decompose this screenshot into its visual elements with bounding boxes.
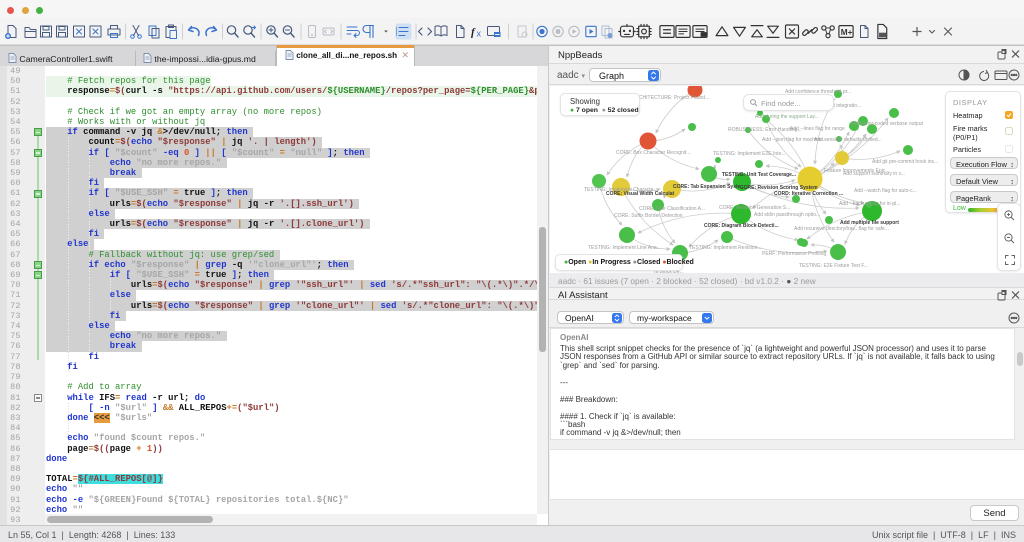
svg-text:Add support summary in v...: Add support summary in v... xyxy=(843,171,905,177)
svg-text:TESTING: Implement E2E Inte...: TESTING: Implement E2E Inte... xyxy=(713,151,786,157)
svg-text:ARCHITECTURE: Project Found...: ARCHITECTURE: Project Found... xyxy=(632,95,709,101)
svg-text:Add git pre-commit hook ins...: Add git pre-commit hook ins... xyxy=(872,159,938,165)
svg-text:Add sensible defaults unified.: Add sensible defaults unified... xyxy=(814,137,882,143)
svg-text:CORE: Suffix Border Detection: CORE: Suffix Border Detection xyxy=(614,213,683,219)
svg-text:TESTING: Unit Test Coverage...: TESTING: Unit Test Coverage... xyxy=(722,172,797,178)
svg-text:f: f xyxy=(471,27,476,39)
svg-text:TESTING: Implement Line Ana...: TESTING: Implement Line Ana... xyxy=(588,245,661,251)
svg-text:CORE: Visual Width Calculat: CORE: Visual Width Calculat xyxy=(606,191,675,197)
svg-text:CORE: Box Character Recognit..: CORE: Box Character Recognit... xyxy=(616,150,690,156)
svg-text:x: x xyxy=(477,29,482,39)
svg-text:Add color-coded verbose output: Add color-coded verbose output xyxy=(852,121,923,127)
svg-text:TESTING: E2E Fixture Test F...: TESTING: E2E Fixture Test F... xyxy=(799,263,868,269)
svg-text:CORE: Revision Generation S...: CORE: Revision Generation S... xyxy=(719,205,790,211)
svg-text:Add --watch flag for auto-c...: Add --watch flag for auto-c... xyxy=(854,188,917,194)
svg-text:M+: M+ xyxy=(841,28,853,37)
svg-text:CORE: Tab Expansion Syste...: CORE: Tab Expansion Syste... xyxy=(673,184,745,190)
svg-text:CORE: Diagram Block Detecti...: CORE: Diagram Block Detecti... xyxy=(704,223,779,229)
svg-text:Add during the support Lay...: Add during the support Lay... xyxy=(755,114,819,120)
svg-text:CORD: Iterative Correction ...: CORD: Iterative Correction ... xyxy=(774,191,844,197)
svg-text:PERF: Performance Profiling: PERF: Performance Profiling xyxy=(762,251,826,257)
svg-text:TESTING: Implement Revision...: TESTING: Implement Revision... xyxy=(689,245,762,251)
svg-text:CORE: Line Classification A...: CORE: Line Classification A... xyxy=(639,206,705,212)
svg-text:Add --backup flag for in-pl...: Add --backup flag for in-pl... xyxy=(839,201,900,207)
svg-text:Add recursive directory/trav..: Add recursive directory/trav...flag for … xyxy=(794,226,889,232)
svg-text:Add stdin passthrough optio...: Add stdin passthrough optio... xyxy=(754,212,820,218)
svg-text:Add --lines flag for range: Add --lines flag for range xyxy=(790,126,845,132)
